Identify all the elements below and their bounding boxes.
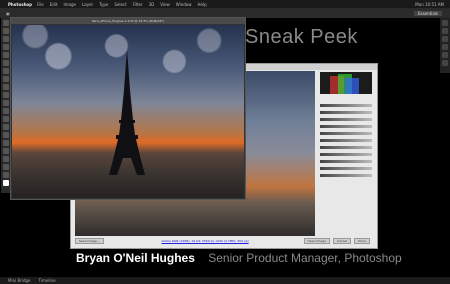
color-swatch-icon[interactable] <box>3 180 9 186</box>
menu-image[interactable]: Image <box>63 2 76 7</box>
tab-mini-bridge[interactable]: Mini Bridge <box>8 278 31 283</box>
healing-tool-icon[interactable] <box>3 68 9 74</box>
whites-slider[interactable] <box>320 146 372 149</box>
menu-filter[interactable]: Filter <box>133 2 143 7</box>
history-panel-icon[interactable] <box>442 20 448 26</box>
workflow-options-link[interactable]: Adobe RGB (1998); 16 bit; 2560 by 1440 (… <box>162 239 249 243</box>
menu-3d[interactable]: 3D <box>149 2 155 7</box>
clarity-slider[interactable] <box>320 160 372 163</box>
histogram-blue <box>345 78 359 94</box>
tool-preset-icon[interactable]: ▣ <box>6 11 10 16</box>
move-tool-icon[interactable] <box>3 20 9 26</box>
presenter-caption: Bryan O'Neil Hughes Senior Product Manag… <box>76 251 402 265</box>
menu-layer[interactable]: Layer <box>82 2 93 7</box>
open-image-button[interactable]: Open Image <box>303 237 330 244</box>
document-canvas[interactable] <box>12 25 244 198</box>
document-title: Paris_iPhone_Hughes-1-2.tif @ 33.3% (RGB… <box>11 18 245 24</box>
blacks-slider[interactable] <box>320 153 372 156</box>
menu-select[interactable]: Select <box>114 2 126 7</box>
crop-tool-icon[interactable] <box>3 52 9 58</box>
menu-help[interactable]: Help <box>198 2 207 7</box>
save-image-button[interactable]: Save Image... <box>75 237 104 244</box>
clock-text: Mon 10:51 AM <box>415 1 444 7</box>
exposure-slider[interactable] <box>320 118 372 121</box>
blur-tool-icon[interactable] <box>3 116 9 122</box>
channels-panel-icon[interactable] <box>442 44 448 50</box>
menu-view[interactable]: View <box>160 2 170 7</box>
zoom-tool-icon[interactable] <box>3 172 9 178</box>
shadows-slider[interactable] <box>320 139 372 142</box>
menu-bar: Photoshop File Edit Image Layer Type Sel… <box>0 0 450 8</box>
tint-slider[interactable] <box>320 111 372 114</box>
quick-select-tool-icon[interactable] <box>3 44 9 50</box>
adjustment-sliders <box>320 100 372 181</box>
workspace-switcher[interactable]: Essentials <box>413 10 442 16</box>
path-select-tool-icon[interactable] <box>3 148 9 154</box>
vibrance-slider[interactable] <box>320 167 372 170</box>
app-menu[interactable]: Photoshop <box>8 2 32 7</box>
document-window: Paris_iPhone_Hughes-1-2.tif @ 33.3% (RGB… <box>10 17 246 200</box>
brush-tool-icon[interactable] <box>3 76 9 82</box>
eraser-tool-icon[interactable] <box>3 100 9 106</box>
layers-panel-icon[interactable] <box>442 36 448 42</box>
history-brush-tool-icon[interactable] <box>3 92 9 98</box>
lasso-tool-icon[interactable] <box>3 36 9 42</box>
eyedropper-tool-icon[interactable] <box>3 60 9 66</box>
paths-panel-icon[interactable] <box>442 52 448 58</box>
done-button[interactable]: Done <box>354 237 370 244</box>
presenter-name: Bryan O'Neil Hughes <box>76 251 195 265</box>
contrast-slider[interactable] <box>320 125 372 128</box>
dodge-tool-icon[interactable] <box>3 124 9 130</box>
marquee-tool-icon[interactable] <box>3 28 9 34</box>
menu-type[interactable]: Type <box>99 2 108 7</box>
right-panel-dock <box>440 18 450 73</box>
histogram <box>320 72 372 94</box>
menubar-status: Mon 10:51 AM <box>415 2 444 7</box>
shape-tool-icon[interactable] <box>3 156 9 162</box>
temperature-slider[interactable] <box>320 104 372 107</box>
highlights-slider[interactable] <box>320 132 372 135</box>
menu-edit[interactable]: Edit <box>50 2 58 7</box>
dialog-footer: Save Image... Adobe RGB (1998); 16 bit; … <box>75 237 373 244</box>
adjustments-panel-icon[interactable] <box>442 60 448 66</box>
sneak-peek-title: Sneak Peek <box>245 26 358 48</box>
stamp-tool-icon[interactable] <box>3 84 9 90</box>
tab-timeline[interactable]: Timeline <box>39 278 56 283</box>
hand-tool-icon[interactable] <box>3 164 9 170</box>
pen-tool-icon[interactable] <box>3 132 9 138</box>
bottom-panel-bar: Mini Bridge Timeline <box>0 277 450 284</box>
menu-file[interactable]: File <box>37 2 44 7</box>
menu-window[interactable]: Window <box>176 2 192 7</box>
cancel-button[interactable]: Cancel <box>332 237 352 244</box>
properties-panel-icon[interactable] <box>442 28 448 34</box>
eiffel-tower-image <box>109 50 145 175</box>
presenter-role: Senior Product Manager, Photoshop <box>208 251 402 265</box>
saturation-slider[interactable] <box>320 174 372 177</box>
gradient-tool-icon[interactable] <box>3 108 9 114</box>
type-tool-icon[interactable] <box>3 140 9 146</box>
